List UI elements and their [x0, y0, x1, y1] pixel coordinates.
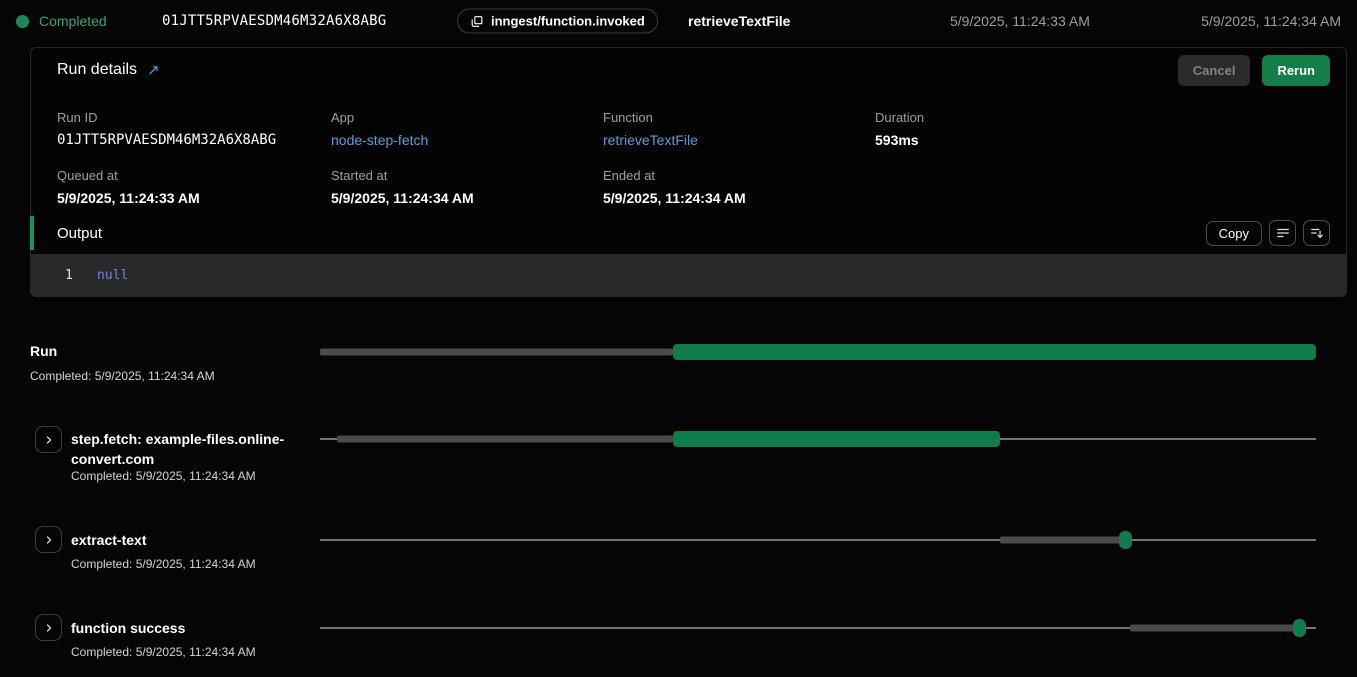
timeline-row-function-success-completed: Completed: 5/9/2025, 11:24:34 AM	[71, 645, 256, 659]
timeline-row-function-success-bars[interactable]	[320, 619, 1316, 637]
started-timestamp: 5/9/2025, 11:24:34 AM	[1201, 13, 1341, 29]
timeline-segment-waiting	[337, 436, 673, 443]
chevron-right-icon	[43, 534, 55, 546]
timeline-segment-waiting	[1000, 537, 1122, 544]
field-label: App	[331, 110, 603, 125]
field-label: Run ID	[57, 110, 331, 125]
expand-output-button[interactable]	[1303, 220, 1330, 246]
output-title: Output	[57, 225, 102, 242]
run-details-header: Run details ↗ Cancel Rerun	[31, 48, 1346, 92]
run-actions: Cancel Rerun	[1178, 55, 1330, 86]
run-status: Completed	[16, 13, 107, 29]
chevron-right-icon	[43, 622, 55, 634]
field-duration: Duration 593ms	[875, 110, 1330, 148]
field-function: Function retrieveTextFile	[603, 110, 875, 148]
copy-button[interactable]: Copy	[1206, 221, 1262, 246]
field-value: 5/9/2025, 11:24:34 AM	[603, 190, 875, 206]
field-value: 593ms	[875, 132, 1330, 148]
field-label: Queued at	[57, 168, 331, 183]
expand-step-fetch-button[interactable]	[35, 426, 62, 453]
event-badge[interactable]: inngest/function.invoked	[457, 9, 658, 34]
field-label: Function	[603, 110, 875, 125]
field-started-at: Started at 5/9/2025, 11:24:34 AM	[331, 168, 603, 206]
line-number: 1	[65, 268, 85, 283]
field-label: Duration	[875, 110, 1330, 125]
timeline-row-extract-text-label: extract-text	[71, 530, 146, 550]
event-badge-label: inngest/function.invoked	[491, 14, 645, 29]
field-run-id: Run ID 01JTT5RPVAESDM46M32A6X8ABG	[57, 110, 331, 148]
external-link-icon[interactable]: ↗	[147, 61, 160, 79]
timeline-row-run-bars[interactable]	[320, 344, 1316, 360]
status-label: Completed	[39, 13, 107, 29]
output-code-block[interactable]: 1 null	[31, 254, 1346, 297]
timeline-row-extract-text-bars[interactable]	[320, 531, 1316, 549]
queued-timestamp: 5/9/2025, 11:24:33 AM	[950, 13, 1090, 29]
timeline-row-extract-text-completed: Completed: 5/9/2025, 11:24:34 AM	[71, 557, 256, 571]
field-value: 5/9/2025, 11:24:34 AM	[331, 190, 603, 206]
function-name-text: retrieveTextFile	[688, 13, 790, 29]
timeline-row-run-completed: Completed: 5/9/2025, 11:24:34 AM	[30, 369, 215, 383]
status-dot-icon	[16, 15, 29, 28]
timeline-row-run-label: Run	[30, 341, 57, 361]
wrap-text-button[interactable]	[1269, 220, 1296, 246]
event-icon	[470, 14, 484, 28]
field-ended-at: Ended at 5/9/2025, 11:24:34 AM	[603, 168, 875, 206]
field-label: Ended at	[603, 168, 875, 183]
timeline-segment-dot	[1293, 619, 1306, 637]
field-value: 01JTT5RPVAESDM46M32A6X8ABG	[57, 132, 331, 148]
timeline-row-step-fetch-label: step.fetch: example-files.online-convert…	[71, 429, 287, 469]
timeline-row-step-fetch-bars[interactable]	[320, 431, 1316, 447]
run-details-grid: Run ID 01JTT5RPVAESDM46M32A6X8ABG App no…	[57, 110, 1330, 206]
field-app: App node-step-fetch	[331, 110, 603, 148]
cancel-button[interactable]: Cancel	[1178, 55, 1251, 86]
output-actions: Copy	[1206, 220, 1330, 246]
expand-extract-text-button[interactable]	[35, 526, 62, 553]
rerun-button[interactable]: Rerun	[1262, 55, 1330, 86]
timeline-segment-waiting	[320, 349, 673, 356]
field-queued-at: Queued at 5/9/2025, 11:24:33 AM	[57, 168, 331, 206]
run-status-bar: Completed 01JTT5RPVAESDM46M32A6X8ABG inn…	[0, 0, 1357, 42]
timeline-segment-active	[673, 344, 1316, 360]
output-accent-bar	[30, 216, 34, 250]
run-details-card: Run details ↗ Cancel Rerun Run ID 01JTT5…	[30, 47, 1347, 297]
timeline-row-function-success-label: function success	[71, 618, 185, 638]
chevron-right-icon	[43, 434, 55, 446]
field-label: Started at	[331, 168, 603, 183]
timeline-segment-waiting	[1130, 625, 1296, 632]
run-details-title: Run details	[57, 61, 137, 79]
output-code-text: null	[97, 268, 128, 283]
expand-function-success-button[interactable]	[35, 614, 62, 641]
run-id-text: 01JTT5RPVAESDM46M32A6X8ABG	[162, 13, 386, 29]
timeline-track	[320, 540, 1316, 541]
wrap-text-icon	[1276, 226, 1290, 240]
timeline-segment-dot	[1119, 531, 1132, 549]
function-link[interactable]: retrieveTextFile	[603, 132, 875, 148]
field-value: 5/9/2025, 11:24:33 AM	[57, 190, 331, 206]
timeline-row-step-fetch-completed: Completed: 5/9/2025, 11:24:34 AM	[71, 469, 256, 483]
output-header: Output Copy	[31, 216, 1346, 250]
expand-lines-icon	[1310, 226, 1324, 240]
app-link[interactable]: node-step-fetch	[331, 132, 603, 148]
timeline-segment-active	[673, 431, 1000, 447]
